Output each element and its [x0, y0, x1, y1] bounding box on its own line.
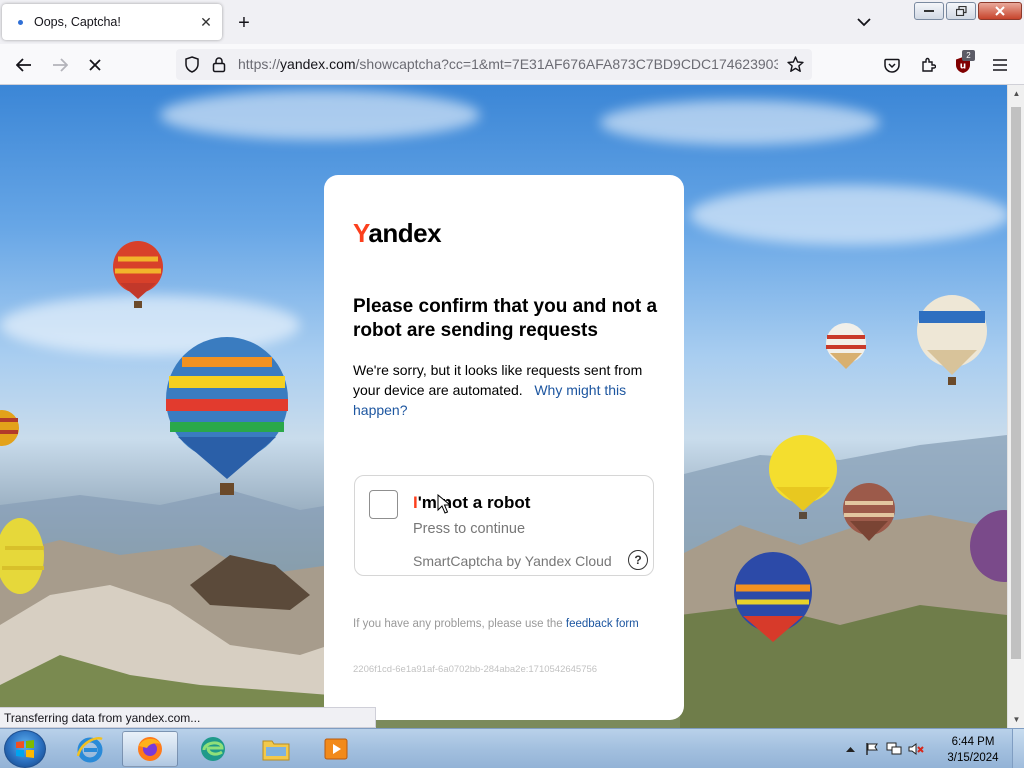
extensions-button[interactable] — [915, 52, 941, 78]
restore-button[interactable] — [946, 2, 976, 20]
press-to-continue-hint: Press to continue — [413, 521, 526, 537]
stop-loading-button[interactable] — [82, 52, 108, 78]
yandex-logo[interactable]: Yandex — [353, 218, 442, 249]
taskbar-clock[interactable]: 6:44 PM 3/15/2024 — [940, 734, 1006, 766]
not-robot-label[interactable]: I'm not a robot — [413, 493, 530, 513]
not-robot-checkbox[interactable] — [369, 490, 398, 519]
taskbar-edge[interactable] — [185, 731, 241, 767]
clock-date: 3/15/2024 — [947, 752, 999, 764]
svg-text:u: u — [960, 62, 966, 72]
tab-title: Oops, Captcha! — [34, 15, 121, 29]
smartcaptcha-widget[interactable]: I'm not a robot Press to continue SmartC… — [354, 475, 654, 576]
action-center-flag-icon[interactable] — [864, 741, 880, 757]
windows-logo-icon — [16, 740, 34, 758]
volume-muted-icon[interactable] — [908, 741, 924, 757]
minimize-button[interactable] — [914, 2, 944, 20]
smartcaptcha-provider: SmartCaptcha by Yandex Cloud — [413, 553, 612, 569]
edge-icon — [201, 737, 225, 761]
menu-icon — [993, 59, 1007, 71]
window-controls — [914, 2, 1022, 20]
chevron-up-icon — [845, 747, 855, 752]
media-player-icon — [324, 738, 348, 760]
balloon-image — [113, 241, 163, 308]
captcha-card: Yandex Please confirm that you and not a… — [324, 175, 684, 720]
chevron-down-icon — [857, 17, 871, 26]
footer-text: If you have any problems, please use the — [353, 618, 563, 630]
lock-icon[interactable] — [212, 56, 226, 73]
new-tab-button[interactable]: + — [232, 11, 256, 35]
clock-time: 6:44 PM — [951, 736, 995, 748]
balloon-image — [970, 510, 1007, 582]
network-monitor-icon — [886, 742, 902, 755]
balloon-image — [917, 295, 987, 385]
start-button[interactable] — [4, 730, 46, 768]
captcha-footer: If you have any problems, please use the… — [353, 616, 653, 632]
url-bar[interactable]: https://yandex.com/showcaptcha?cc=1&mt=7… — [176, 49, 812, 80]
balloon-image — [0, 518, 44, 594]
balloon-image — [843, 483, 895, 541]
url-path: /showcaptcha?cc=1&mt=7E31AF676AFA873C7BD… — [355, 56, 778, 72]
forward-button[interactable] — [47, 52, 73, 78]
taskbar-file-explorer[interactable] — [248, 731, 304, 767]
mouse-cursor-icon — [437, 494, 451, 514]
network-icon[interactable] — [886, 741, 902, 757]
folder-icon — [262, 740, 290, 761]
url-scheme: https:// — [238, 56, 281, 72]
back-button[interactable] — [11, 52, 37, 78]
taskbar-media-player[interactable] — [308, 731, 364, 767]
restore-icon — [955, 6, 967, 16]
shield-icon[interactable] — [184, 56, 200, 73]
pocket-button[interactable] — [879, 52, 905, 78]
system-tray — [842, 729, 924, 768]
loading-favicon-icon — [12, 14, 28, 30]
url-text[interactable]: https://yandex.com/showcaptcha?cc=1&mt=7… — [238, 56, 778, 72]
ublock-count-badge: 2 — [962, 50, 975, 61]
feedback-form-link[interactable]: feedback form — [566, 618, 639, 630]
balloon-image — [0, 410, 19, 446]
scroll-down-arrow-icon[interactable]: ▼ — [1008, 711, 1024, 728]
tab-strip: Oops, Captcha! ✕ + — [0, 0, 1024, 44]
scrollbar-thumb[interactable] — [1011, 107, 1021, 659]
windows-taskbar: 6:44 PM 3/15/2024 — [0, 728, 1024, 768]
show-desktop-button[interactable] — [1012, 729, 1024, 768]
firefox-icon — [138, 737, 162, 761]
balloon-image — [734, 552, 812, 642]
taskbar-firefox[interactable] — [122, 731, 178, 767]
taskbar-internet-explorer[interactable] — [62, 731, 118, 767]
flag-icon — [866, 743, 878, 755]
tab-close-button[interactable]: ✕ — [196, 12, 216, 32]
bookmark-star-icon[interactable] — [787, 56, 804, 73]
url-host: yandex.com — [280, 56, 356, 72]
app-menu-button[interactable] — [987, 52, 1013, 78]
page-viewport: Yandex Please confirm that you and not a… — [0, 85, 1007, 728]
help-icon[interactable]: ? — [628, 550, 648, 570]
tab-active[interactable]: Oops, Captcha! ✕ — [2, 4, 222, 40]
scroll-up-arrow-icon[interactable]: ▲ — [1008, 85, 1024, 102]
show-hidden-icons-button[interactable] — [842, 741, 858, 757]
minimize-icon — [924, 10, 934, 12]
internet-explorer-icon — [76, 737, 103, 763]
stop-icon — [89, 59, 101, 71]
forward-arrow-icon — [53, 58, 68, 72]
captcha-description: We're sorry, but it looks like requests … — [353, 360, 658, 420]
back-arrow-icon — [16, 58, 31, 72]
balloon-image — [166, 337, 288, 495]
extensions-icon — [922, 57, 936, 72]
close-window-button[interactable] — [978, 2, 1022, 20]
page-scrollbar[interactable]: ▲ ▼ — [1007, 85, 1024, 728]
balloon-image — [826, 323, 866, 369]
list-all-tabs-button[interactable] — [852, 11, 876, 33]
pocket-icon — [884, 58, 900, 73]
navigation-bar: https://yandex.com/showcaptcha?cc=1&mt=7… — [0, 44, 1024, 85]
balloon-image — [769, 435, 837, 519]
captcha-request-id: 2206f1cd-6e1a91af-6a0702bb-284aba2e:1710… — [353, 664, 598, 675]
close-icon — [995, 6, 1005, 16]
captcha-title: Please confirm that you and not a robot … — [353, 296, 658, 341]
speaker-muted-icon — [908, 743, 924, 755]
browser-status-bar: Transferring data from yandex.com... — [0, 707, 376, 728]
